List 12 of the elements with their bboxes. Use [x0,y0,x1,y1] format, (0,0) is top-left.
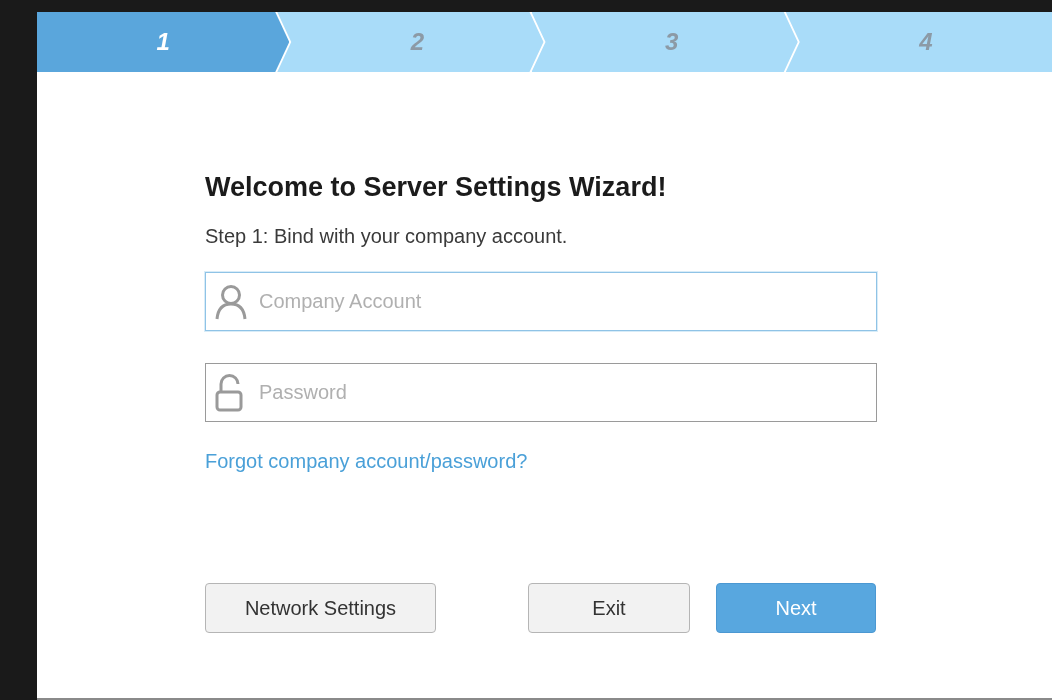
wizard-step: 1 [37,12,290,72]
lock-icon [215,373,245,412]
wizard-step: 3 [531,12,798,72]
wizard-step: 2 [277,12,544,72]
input-field[interactable]: Password [205,363,877,422]
wizard-step: 4 [785,12,1052,72]
dialog-button[interactable]: Network Settings [205,583,436,633]
dialog-button[interactable]: Exit [528,583,690,633]
input-field[interactable]: Company Account [205,272,877,331]
wizard-title: Welcome to Server Settings Wizard! [205,172,668,203]
step-instruction: Step 1: Bind with your company account. [205,225,569,248]
user-icon [215,283,247,320]
